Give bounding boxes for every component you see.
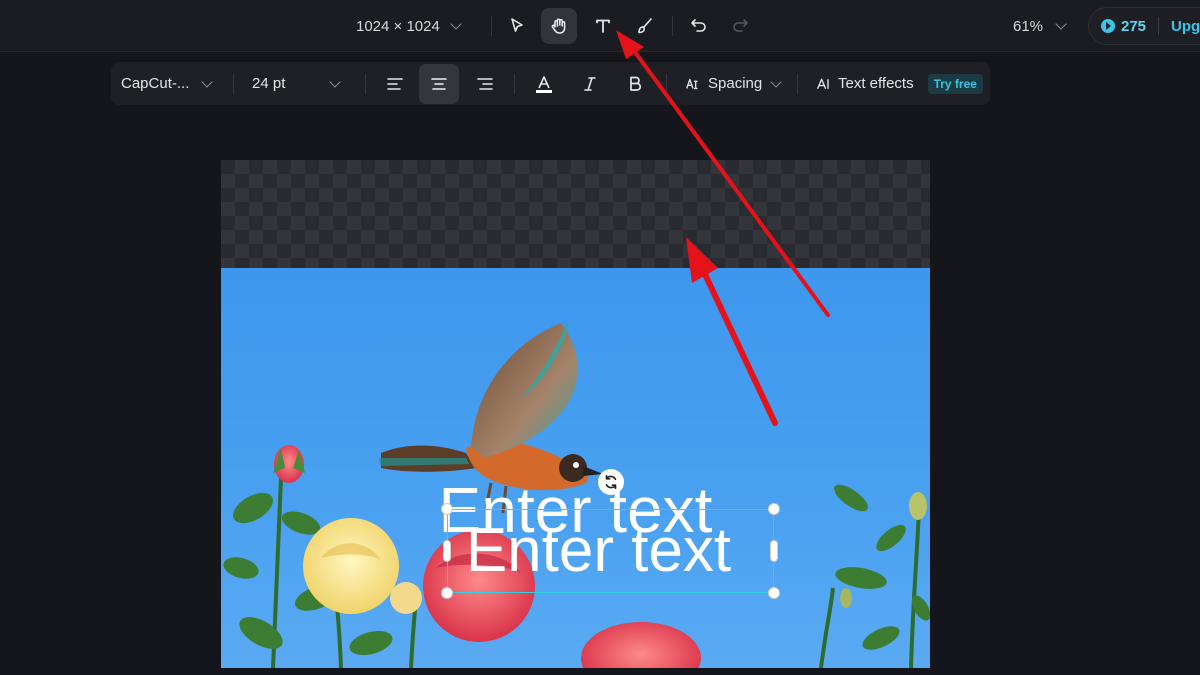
divider [666, 74, 667, 94]
zoom-dropdown[interactable]: 61% [1013, 14, 1067, 38]
divider [365, 74, 366, 94]
text-effects-icon [816, 78, 829, 89]
rotate-icon [605, 474, 617, 490]
resize-handle-bottom-left[interactable] [441, 587, 453, 599]
undo-icon [691, 19, 706, 32]
hand-icon [551, 18, 566, 34]
font-size-dropdown[interactable]: 24 pt [252, 62, 352, 105]
select-tool-button[interactable] [499, 8, 535, 44]
chevron-down-icon [1055, 18, 1067, 30]
italic-icon [584, 77, 596, 91]
rotate-handle[interactable] [598, 469, 624, 495]
redo-button[interactable] [722, 8, 758, 44]
credit-icon [1101, 19, 1115, 33]
zoom-level: 61% [1013, 17, 1044, 35]
redo-icon [733, 19, 748, 32]
bold-button[interactable] [615, 64, 655, 104]
font-size-value: 24 pt [252, 75, 286, 92]
spacing-label: Spacing [708, 75, 763, 92]
text-color-icon [536, 76, 552, 93]
resize-handle-left[interactable] [443, 540, 451, 562]
design-canvas[interactable] [221, 160, 930, 675]
align-right-icon [477, 78, 493, 90]
bird-and-roses-illustration [223, 323, 930, 668]
resize-handle-top-right[interactable] [768, 503, 780, 515]
text-format-toolbar: CapCut-... 24 pt Spacing Text effects Tr… [111, 62, 990, 105]
credit-count: 275 [1121, 17, 1147, 35]
font-family-value: CapCut-... [121, 75, 190, 92]
chevron-down-icon [329, 75, 342, 88]
chevron-down-icon [201, 75, 214, 88]
divider [797, 74, 798, 94]
brush-tool-button[interactable] [627, 8, 663, 44]
align-center-button[interactable] [419, 64, 459, 104]
pointer-icon [511, 18, 523, 32]
bold-icon [630, 76, 642, 91]
divider [672, 16, 673, 36]
spacing-icon [686, 78, 698, 89]
align-left-button[interactable] [375, 64, 415, 104]
text-color-button[interactable] [524, 64, 564, 104]
text-effects-button[interactable]: Text effects Try free [816, 62, 983, 105]
upgrade-button[interactable]: Upgra [1171, 18, 1200, 35]
divider [1158, 17, 1160, 35]
canvas-size-label: 1024 × 1024 [356, 17, 440, 35]
text-icon [596, 19, 610, 33]
chevron-down-icon [450, 18, 462, 30]
brush-icon [638, 18, 652, 34]
chevron-down-icon [770, 75, 782, 88]
resize-handle-bottom-right[interactable] [768, 587, 780, 599]
italic-button[interactable] [570, 64, 610, 104]
font-family-dropdown[interactable]: CapCut-... [121, 62, 221, 105]
spacing-dropdown[interactable]: Spacing [684, 62, 782, 105]
canvas-size-dropdown[interactable]: 1024 × 1024 [356, 14, 462, 38]
divider [491, 16, 492, 36]
transparent-area [221, 160, 930, 268]
align-center-icon [431, 78, 447, 90]
divider [514, 74, 515, 94]
undo-button[interactable] [681, 8, 717, 44]
resize-handle-top-left[interactable] [441, 503, 453, 515]
hand-tool-button[interactable] [541, 8, 577, 44]
align-left-icon [387, 78, 403, 90]
canvas-image[interactable] [221, 268, 930, 668]
credits-badge[interactable]: 275 Upgra [1088, 7, 1200, 45]
text-tool-button[interactable] [585, 8, 621, 44]
align-right-button[interactable] [465, 64, 505, 104]
resize-handle-right[interactable] [770, 540, 778, 562]
text-effects-label: Text effects [838, 75, 914, 92]
divider [233, 74, 234, 94]
try-free-badge[interactable]: Try free [927, 73, 983, 94]
text-selection-box[interactable] [447, 509, 774, 593]
top-toolbar: 1024 × 1024 61% 275 Upgra [0, 0, 1200, 52]
